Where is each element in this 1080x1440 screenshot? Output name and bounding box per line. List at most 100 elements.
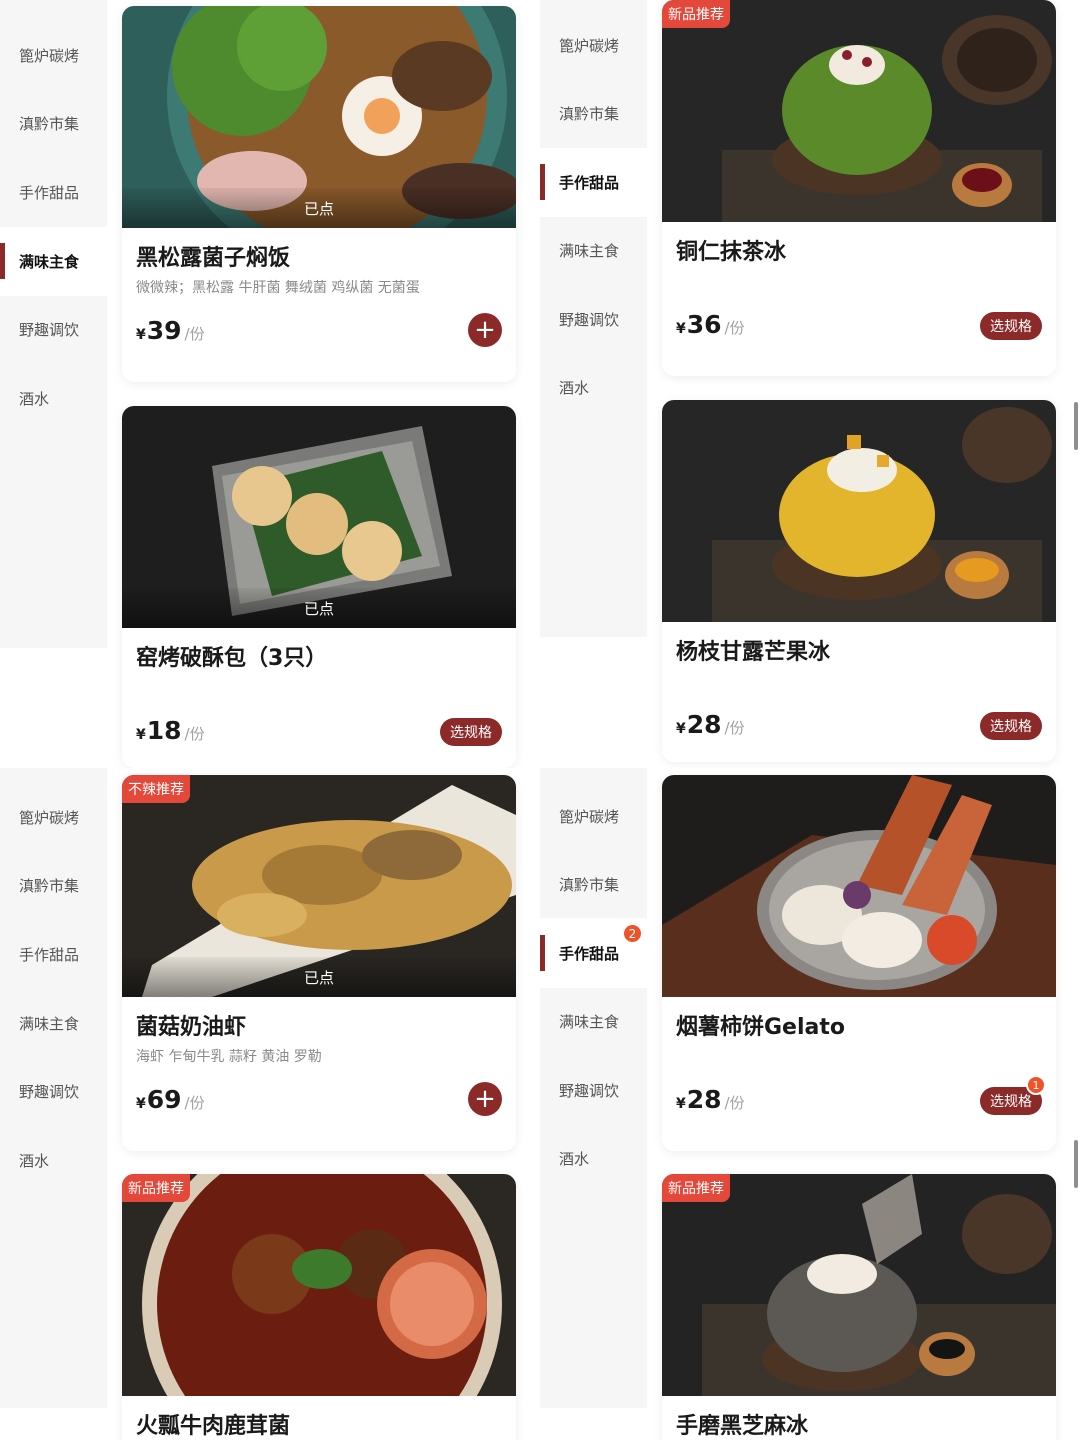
sidebar-item-grill[interactable]: 篦炉碳烤 xyxy=(540,11,647,79)
sidebar-item-drinks[interactable]: 野趣调饮 xyxy=(0,295,107,363)
price-value: 28 xyxy=(686,710,722,739)
add-to-cart-button[interactable]: + xyxy=(468,1082,502,1116)
dish-price: ¥ 28 /份 xyxy=(676,710,745,739)
dish-name: 手磨黑芝麻冰 xyxy=(676,1414,809,1439)
cart-count-badge: 1 xyxy=(1026,1075,1046,1095)
currency-symbol: ¥ xyxy=(676,721,686,737)
dish-description: 微微辣；黑松露 牛肝菌 舞绒菌 鸡纵菌 无菌蛋 xyxy=(136,280,420,296)
price-unit: /份 xyxy=(724,719,745,737)
select-spec-button[interactable]: 选规格 xyxy=(440,718,502,746)
price-value: 28 xyxy=(686,1085,722,1114)
not-spicy-tag: 不辣推荐 xyxy=(122,775,190,803)
dish-card[interactable]: 烟薯柿饼Gelato ¥ 28 /份 选规格 1 xyxy=(662,775,1056,1151)
scrollbar-thumb[interactable] xyxy=(1074,1140,1078,1188)
sidebar-item-liquor[interactable]: 酒水 xyxy=(0,1126,107,1194)
sidebar-item-staples[interactable]: 满味主食 xyxy=(0,989,107,1057)
dish-name: 杨枝甘露芒果冰 xyxy=(676,640,831,665)
dish-photo xyxy=(662,775,1056,997)
ordered-label: 已点 xyxy=(122,188,516,228)
sidebar-item-liquor[interactable]: 酒水 xyxy=(0,364,107,432)
menu-screenshot-top-right: 篦炉碳烤 滇黔市集 手作甜品 满味主食 野趣调饮 酒水 新品推荐 铜仁抹茶冰 ¥… xyxy=(540,0,1080,768)
dish-card[interactable]: 不辣推荐 已点 菌菇奶油虾 海虾 乍甸牛乳 蒜籽 黄油 罗勒 ¥ 69 /份 + xyxy=(122,775,516,1151)
dish-card[interactable]: 已点 窑烤破酥包（3只） ¥ 18 /份 选规格 xyxy=(122,406,516,768)
new-product-tag: 新品推荐 xyxy=(662,0,730,28)
sidebar-item-staples[interactable]: 满味主食 xyxy=(0,227,107,295)
sidebar-item-market[interactable]: 滇黔市集 xyxy=(0,851,107,919)
plus-icon: + xyxy=(474,315,496,345)
sidebar-item-market[interactable]: 滇黔市集 xyxy=(540,79,647,147)
dish-photo: 新品推荐 xyxy=(662,1174,1056,1396)
price-unit: /份 xyxy=(184,725,205,743)
currency-symbol: ¥ xyxy=(136,727,146,743)
sidebar-item-staples[interactable]: 满味主食 xyxy=(540,216,647,284)
sidebar-item-market[interactable]: 滇黔市集 xyxy=(0,89,107,157)
sidebar-item-grill[interactable]: 篦炉碳烤 xyxy=(0,21,107,89)
select-spec-button[interactable]: 选规格 xyxy=(980,712,1042,740)
dish-photo: 新品推荐 xyxy=(662,0,1056,222)
dish-name: 铜仁抹茶冰 xyxy=(676,240,787,265)
currency-symbol: ¥ xyxy=(676,1096,686,1112)
sidebar-item-drinks[interactable]: 野趣调饮 xyxy=(0,1057,107,1125)
dish-name: 窑烤破酥包（3只） xyxy=(136,646,328,671)
beef-pot-image xyxy=(122,1174,516,1396)
sidebar-item-desserts[interactable]: 手作甜品 xyxy=(540,148,647,216)
sidebar-item-grill[interactable]: 篦炉碳烤 xyxy=(0,783,107,851)
sesame-ice-image xyxy=(662,1174,1056,1396)
select-spec-button[interactable]: 选规格 xyxy=(980,312,1042,340)
mango-ice-image xyxy=(662,400,1056,622)
price-unit: /份 xyxy=(724,319,745,337)
sidebar-item-grill[interactable]: 篦炉碳烤 xyxy=(540,782,647,850)
sidebar-item-desserts[interactable]: 手作甜品 xyxy=(0,920,107,988)
currency-symbol: ¥ xyxy=(136,1096,146,1112)
sidebar-item-desserts[interactable]: 手作甜品 xyxy=(0,158,107,226)
add-to-cart-button[interactable]: + xyxy=(468,313,502,347)
matcha-ice-image xyxy=(662,0,1056,222)
dish-price: ¥ 39 /份 xyxy=(136,316,205,345)
sidebar-item-label: 手作甜品 xyxy=(559,944,620,963)
dish-name: 菌菇奶油虾 xyxy=(136,1015,247,1040)
currency-symbol: ¥ xyxy=(136,327,146,343)
sidebar-item-desserts[interactable]: 手作甜品 2 xyxy=(540,919,647,987)
select-spec-button[interactable]: 选规格 1 xyxy=(980,1075,1046,1115)
dish-photo: 已点 xyxy=(122,6,516,228)
gelato-image xyxy=(662,775,1056,997)
new-product-tag: 新品推荐 xyxy=(122,1174,190,1202)
category-sidebar: 篦炉碳烤 滇黔市集 手作甜品 满味主食 野趣调饮 酒水 xyxy=(0,0,107,768)
dish-description: 海虾 乍甸牛乳 蒜籽 黄油 罗勒 xyxy=(136,1049,322,1065)
dish-name: 烟薯柿饼Gelato xyxy=(676,1015,845,1040)
dish-card[interactable]: 新品推荐 火瓢牛肉鹿茸菌 xyxy=(122,1174,516,1440)
category-sidebar: 篦炉碳烤 滇黔市集 手作甜品 满味主食 野趣调饮 酒水 xyxy=(0,768,107,1440)
price-value: 36 xyxy=(686,310,722,339)
dish-card[interactable]: 已点 黑松露菌子焖饭 微微辣；黑松露 牛肝菌 舞绒菌 鸡纵菌 无菌蛋 ¥ 39 … xyxy=(122,6,516,382)
scrollbar-thumb[interactable] xyxy=(1074,402,1078,450)
dish-name: 火瓢牛肉鹿茸菌 xyxy=(136,1414,291,1439)
price-value: 69 xyxy=(146,1085,182,1114)
ordered-label: 已点 xyxy=(122,588,516,628)
dish-price: ¥ 69 /份 xyxy=(136,1085,205,1114)
dish-photo: 已点 xyxy=(122,406,516,628)
menu-screenshot-bottom-left: 篦炉碳烤 滇黔市集 手作甜品 满味主食 野趣调饮 酒水 不辣推荐 已点 菌菇奶油… xyxy=(0,768,540,1440)
ordered-label: 已点 xyxy=(122,957,516,997)
dish-card[interactable]: 杨枝甘露芒果冰 ¥ 28 /份 选规格 xyxy=(662,400,1056,762)
select-spec-label: 选规格 xyxy=(990,1094,1032,1110)
menu-screenshot-bottom-right: 篦炉碳烤 滇黔市集 手作甜品 2 满味主食 野趣调饮 酒水 烟薯柿饼Gelato… xyxy=(540,768,1080,1440)
category-sidebar: 篦炉碳烤 滇黔市集 手作甜品 满味主食 野趣调饮 酒水 xyxy=(540,0,647,768)
sidebar-item-liquor[interactable]: 酒水 xyxy=(540,353,647,421)
price-unit: /份 xyxy=(724,1094,745,1112)
sidebar-item-liquor[interactable]: 酒水 xyxy=(540,1124,647,1192)
dish-photo xyxy=(662,400,1056,622)
dish-card[interactable]: 新品推荐 铜仁抹茶冰 ¥ 36 /份 选规格 xyxy=(662,0,1056,376)
dish-photo: 新品推荐 xyxy=(122,1174,516,1396)
sidebar-item-drinks[interactable]: 野趣调饮 xyxy=(540,1056,647,1124)
price-value: 18 xyxy=(146,716,182,745)
price-unit: /份 xyxy=(184,1094,205,1112)
sidebar-item-staples[interactable]: 满味主食 xyxy=(540,987,647,1055)
menu-screenshot-top-left: 篦炉碳烤 滇黔市集 手作甜品 满味主食 野趣调饮 酒水 已点 黑松露菌子焖饭 微… xyxy=(0,0,540,768)
sidebar-item-market[interactable]: 滇黔市集 xyxy=(540,850,647,918)
category-sidebar: 篦炉碳烤 滇黔市集 手作甜品 2 满味主食 野趣调饮 酒水 xyxy=(540,768,647,1440)
currency-symbol: ¥ xyxy=(676,321,686,337)
sidebar-item-drinks[interactable]: 野趣调饮 xyxy=(540,285,647,353)
dish-photo: 不辣推荐 已点 xyxy=(122,775,516,997)
dish-card[interactable]: 新品推荐 手磨黑芝麻冰 xyxy=(662,1174,1056,1440)
plus-icon: + xyxy=(474,1084,496,1114)
